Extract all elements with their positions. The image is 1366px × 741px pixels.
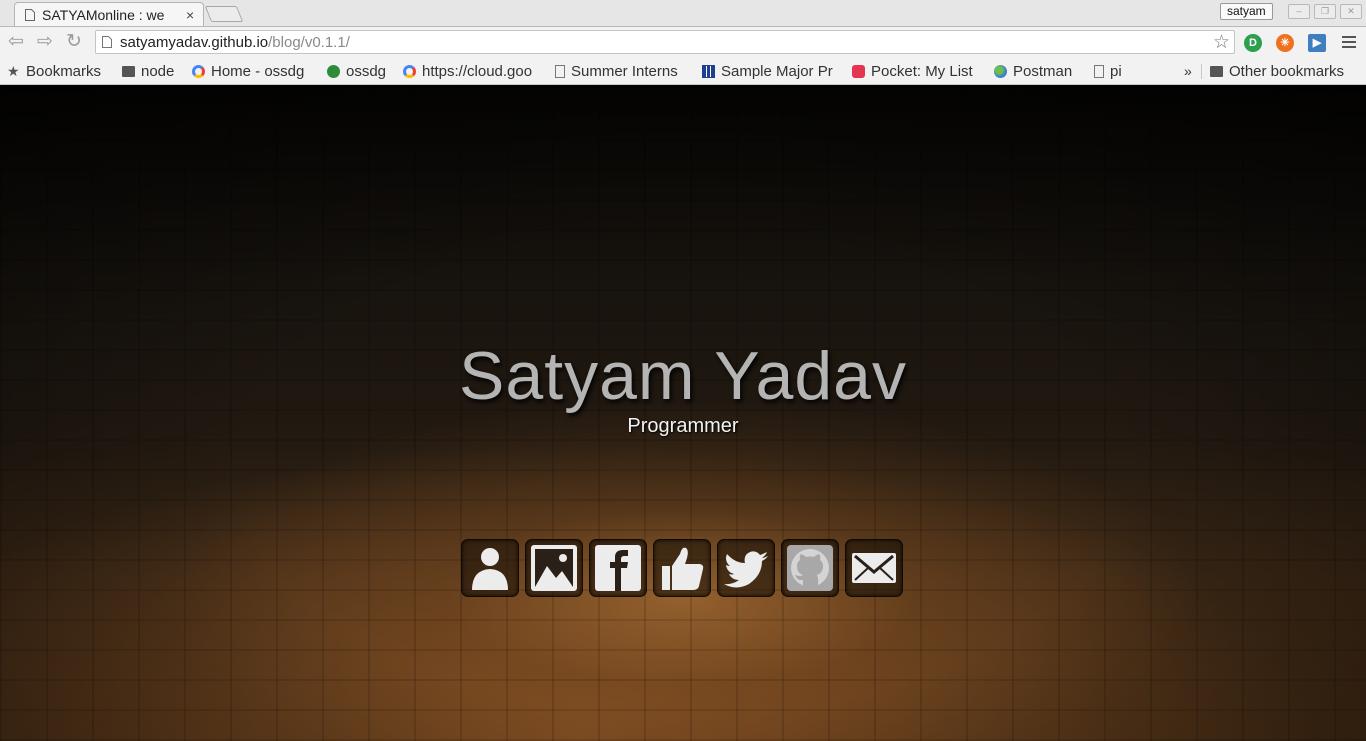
folder-icon [122, 65, 135, 77]
bookmark-item[interactable]: ossdg [327, 62, 386, 80]
back-icon[interactable]: ⇦ [5, 31, 27, 53]
bookmark-label: Pocket: My List [871, 62, 973, 80]
page-icon [25, 8, 35, 21]
browser-tab[interactable]: SATYAMonline : we × [14, 2, 204, 26]
google-icon [192, 64, 205, 78]
bookmark-label: ossdg [346, 62, 387, 80]
github-icon [787, 545, 833, 591]
bookmark-label: Other bookmarks [1229, 62, 1345, 80]
bookmark-label: Bookmarks [26, 62, 102, 80]
forward-icon[interactable]: ⇨ [34, 31, 56, 53]
hero-role: Programmer [627, 415, 739, 437]
browser-toolbar: ⇦ ⇨ ↻ satyamyadav.github.io/blog/v0.1.1/… [0, 27, 1366, 58]
new-tab-button[interactable] [204, 6, 244, 22]
github-dot-icon [327, 64, 340, 78]
google-icon [403, 64, 416, 78]
like-button[interactable] [653, 539, 711, 597]
bookmark-label: Sample Major Pr [721, 62, 833, 80]
bookmark-item[interactable]: Pocket: My List [852, 62, 973, 80]
bookmark-item[interactable]: Home - ossdg [192, 62, 304, 80]
bookmark-item[interactable]: Postman [994, 62, 1072, 80]
email-button[interactable] [845, 539, 903, 597]
grid-icon [702, 64, 715, 78]
user-icon [472, 548, 508, 590]
bookmarks-divider [1201, 64, 1202, 79]
hero-name: Satyam Yadav [459, 338, 907, 414]
facebook-icon [595, 545, 641, 591]
url-text: satyamyadav.github.io/blog/v0.1.1/ [120, 34, 350, 51]
url-path: /blog/v0.1.1/ [268, 34, 350, 51]
bookmark-item[interactable]: pi [1094, 62, 1122, 80]
bookmarks-overflow-button[interactable]: » [1184, 63, 1192, 79]
bookmark-folder[interactable]: node [122, 62, 174, 80]
like-icon [662, 547, 704, 590]
bookmark-label: Summer Interns [571, 62, 678, 80]
gallery-icon [531, 545, 577, 591]
about-button[interactable] [461, 539, 519, 597]
tab-close-icon[interactable]: × [186, 7, 194, 23]
address-bar[interactable]: satyamyadav.github.io/blog/v0.1.1/ ☆ [95, 30, 1235, 54]
folder-icon [1210, 65, 1223, 77]
bookmark-item[interactable]: Summer Interns [555, 62, 690, 80]
extension-green-icon[interactable]: D [1244, 34, 1262, 52]
reload-icon[interactable]: ↻ [63, 31, 85, 53]
minimize-button[interactable]: – [1288, 4, 1310, 19]
globe-icon [994, 64, 1007, 78]
bookmark-label: https://cloud.goo [422, 62, 533, 80]
tab-title: SATYAMonline : we [42, 6, 165, 23]
tab-strip: SATYAMonline : we × satyam – ❐ ✕ [0, 0, 1366, 27]
social-icon-bar [461, 539, 909, 599]
page-content: Satyam Yadav Programmer [0, 85, 1366, 741]
bookmark-label: Home - ossdg [211, 62, 305, 80]
bookmark-item[interactable]: Sample Major Pr [702, 62, 840, 80]
star-icon: ★ [7, 62, 20, 79]
close-window-button[interactable]: ✕ [1340, 4, 1362, 19]
page-icon [555, 64, 565, 78]
bookmark-star-icon[interactable]: ☆ [1213, 31, 1230, 54]
extension-orange-icon[interactable]: ✳ [1276, 34, 1294, 52]
gallery-button[interactable] [525, 539, 583, 597]
bookmark-item[interactable]: https://cloud.goo [403, 62, 540, 80]
menu-icon[interactable] [1342, 36, 1356, 51]
bookmark-item[interactable]: ★ Bookmarks [7, 62, 101, 80]
mail-icon [852, 553, 896, 583]
bookmark-label: Postman [1013, 62, 1073, 80]
page-icon [1094, 64, 1104, 78]
pocket-icon [852, 64, 865, 78]
extension-cast-icon[interactable]: ▶ [1308, 34, 1326, 52]
twitter-button[interactable] [717, 539, 775, 597]
facebook-button[interactable] [589, 539, 647, 597]
other-bookmarks-folder[interactable]: Other bookmarks [1210, 62, 1344, 80]
profile-button[interactable]: satyam [1220, 3, 1273, 20]
url-host: satyamyadav.github.io [120, 34, 269, 51]
bookmark-label: pi [1110, 62, 1122, 80]
maximize-button[interactable]: ❐ [1314, 4, 1336, 19]
twitter-icon [724, 551, 768, 588]
bookmark-label: node [141, 62, 175, 80]
github-button[interactable] [781, 539, 839, 597]
page-icon [102, 36, 112, 48]
bookmarks-bar: ★ Bookmarks node Home - ossdg ossdg http… [0, 58, 1366, 85]
